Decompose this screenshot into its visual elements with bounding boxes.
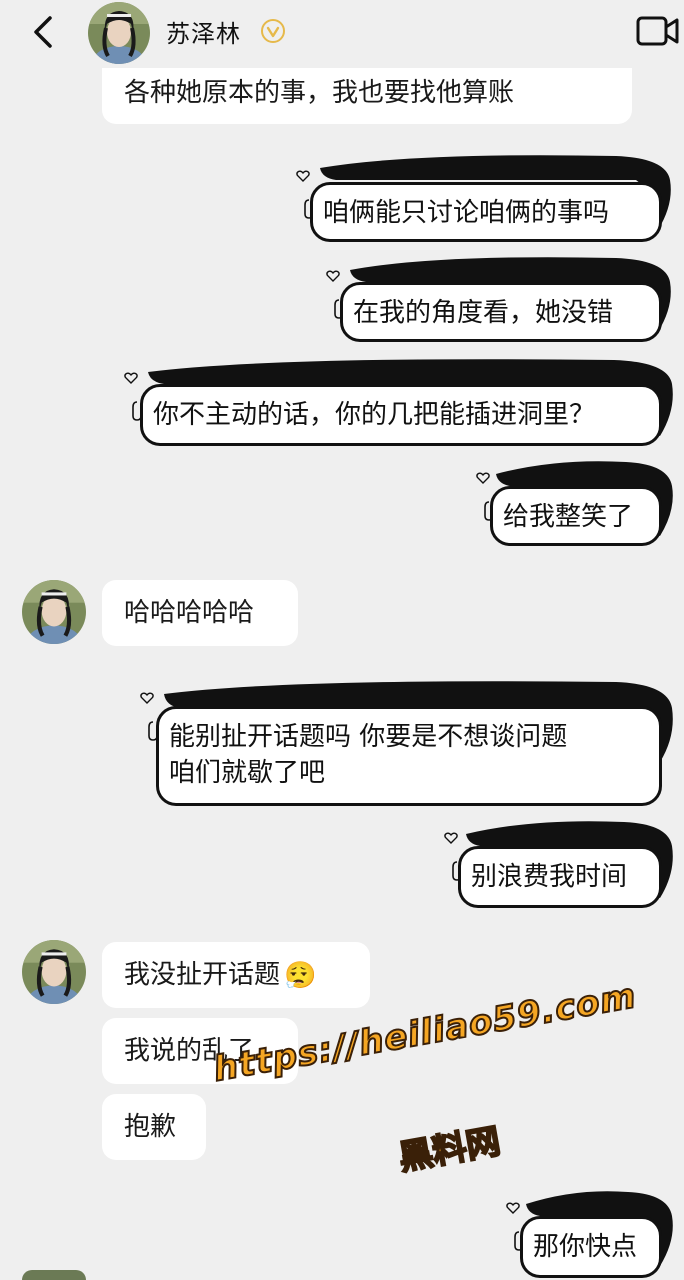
heart-icon — [326, 270, 340, 282]
chat-header: 苏泽林 — [0, 0, 684, 68]
message-text: 别浪费我时间 — [471, 862, 628, 892]
message-text: 抱歉 — [124, 1112, 177, 1142]
contact-name[interactable]: 苏泽林 — [166, 14, 241, 49]
heart-icon — [124, 372, 138, 384]
verified-badge-icon — [261, 19, 285, 43]
sent-message: 能别扯开话题吗 你要是不想谈问题 咱们就歇了吧 — [140, 680, 676, 810]
watermark-name: 黑料网 — [395, 1120, 504, 1179]
sent-message: 给我整笑了 — [476, 460, 676, 550]
message-text: 咱俩能只讨论咱俩的事吗 — [323, 198, 610, 228]
video-call-icon[interactable] — [636, 14, 680, 48]
sent-message: 那你快点 — [506, 1190, 676, 1280]
contact-avatar[interactable] — [88, 2, 150, 64]
message-text: 你不主动的话，你的几把能插进洞里？ — [153, 400, 596, 430]
contact-avatar[interactable] — [22, 580, 86, 644]
heart-icon — [476, 472, 490, 484]
message-text-line-2: 咱们就歇了吧 — [169, 758, 326, 788]
heart-icon — [296, 170, 310, 182]
heart-icon — [140, 692, 154, 704]
sent-message: 别浪费我时间 — [444, 820, 676, 912]
received-message: 各种她原本的事，我也要找他算账 — [102, 62, 632, 124]
heart-icon — [444, 832, 458, 844]
received-message: 哈哈哈哈哈 — [102, 580, 298, 646]
message-text: 各种她原本的事，我也要找他算账 — [124, 78, 515, 108]
exhale-emoji: 😮‍💨 — [284, 960, 317, 991]
message-text: 哈哈哈哈哈 — [124, 598, 255, 628]
contact-avatar[interactable] — [22, 940, 86, 1004]
message-text-line-1: 能别扯开话题吗 你要是不想谈问题 — [169, 722, 568, 752]
sent-message: 你不主动的话，你的几把能插进洞里？ — [124, 358, 676, 450]
contact-avatar[interactable] — [22, 1270, 86, 1280]
heart-icon — [506, 1202, 520, 1214]
received-message: 我没扯开话题 😮‍💨 — [102, 942, 370, 1008]
message-text: 给我整笑了 — [503, 502, 634, 532]
chevron-left-icon[interactable] — [24, 10, 64, 54]
sent-message: 咱俩能只讨论咱俩的事吗 — [296, 154, 676, 244]
sent-message: 在我的角度看，她没错 — [326, 256, 676, 346]
message-text: 在我的角度看，她没错 — [353, 298, 614, 328]
received-message: 抱歉 — [102, 1094, 206, 1160]
message-text: 我没扯开话题 — [124, 960, 281, 990]
message-text: 那你快点 — [533, 1232, 638, 1262]
